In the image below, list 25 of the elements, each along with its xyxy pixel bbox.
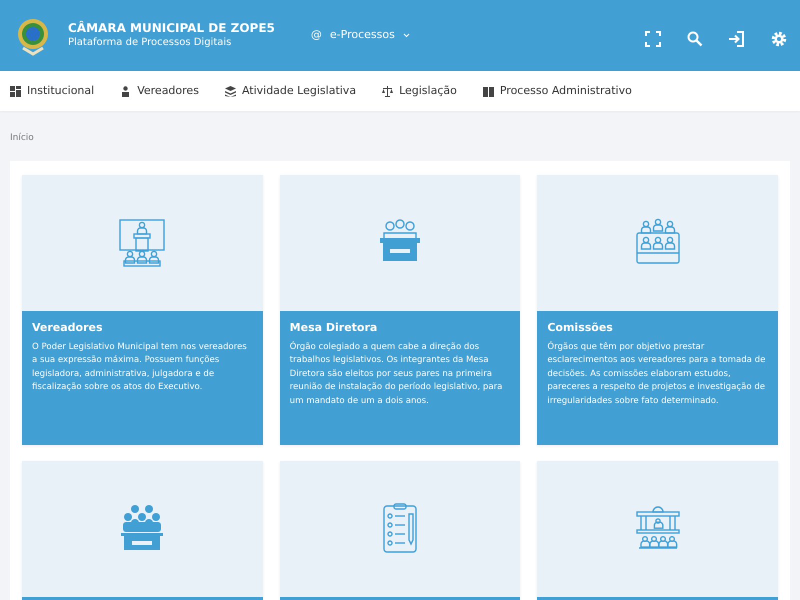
layers-icon — [224, 86, 236, 96]
book-icon — [482, 86, 494, 96]
site-title: CÂMARA MUNICIPAL DE ZOPE5 — [68, 20, 275, 36]
nav-link[interactable]: Vereadores — [120, 82, 199, 100]
card-description: O Poder Legislativo Municipal tem nos vereadores a sua expressão máxima. Possuem funções legisladora, administrativa, julgadora e de fiscalização sobre os atos do Executivo. — [32, 340, 248, 394]
info-card[interactable] — [22, 461, 263, 600]
nav-link[interactable]: Processo Administrativo — [482, 82, 632, 100]
person-icon — [120, 86, 132, 96]
info-card[interactable] — [280, 175, 520, 445]
card-description: Órgão colegiado a quem cabe a direção dos trabalhos legislativos. Os integrantes da Mesa Diretora são eleitos por seus pares na primeira reunião de instalação do período legislativo, para um mandato de um a dois anos. — [290, 340, 504, 408]
scale-icon — [382, 86, 394, 96]
info-card[interactable] — [280, 461, 520, 600]
info-card[interactable] — [537, 175, 778, 445]
nav-link[interactable]: Legislação — [382, 82, 457, 100]
info-card[interactable] — [537, 461, 778, 600]
card-description: Órgãos que têm por objetivo prestar esclarecimentos aos vereadores para a tomada de decisões. As comissões elaboram estudos, pareceres a respeito de projetos e investigação de irregularidades sobre fato determinado. — [547, 340, 766, 408]
grid-icon — [10, 86, 21, 96]
caret-icon — [402, 33, 410, 38]
nav-link[interactable]: Atividade Legislativa — [224, 82, 356, 100]
breadcrumb-link[interactable]: Início — [10, 133, 34, 143]
nav-link[interactable]: Institucional — [10, 82, 94, 100]
site-subtitle: Plataforma de Processos Digitais — [68, 36, 232, 50]
card-title: Vereadores — [32, 320, 104, 336]
card-title: Comissões — [547, 320, 614, 336]
card-title: Mesa Diretora — [290, 320, 378, 336]
